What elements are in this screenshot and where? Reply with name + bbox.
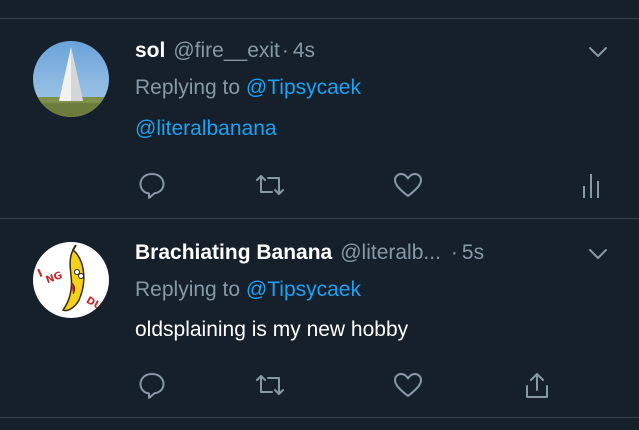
mention-link[interactable]: @Tipsycaek — [246, 76, 361, 99]
timestamp[interactable]: 5s — [462, 241, 484, 264]
separator-dot: · — [281, 39, 289, 62]
separator-dot: · — [450, 241, 458, 264]
like-icon[interactable] — [392, 169, 424, 201]
avatar[interactable] — [33, 41, 109, 117]
like-icon[interactable] — [392, 369, 424, 401]
mention-link[interactable]: @literalbanana — [135, 117, 277, 140]
tweet-header: Brachiating Banana @literalb... · 5s — [135, 237, 609, 269]
reply-icon[interactable] — [136, 369, 168, 401]
pyramid-avatar-image — [33, 41, 109, 117]
user-handle[interactable]: @literalb... — [340, 241, 441, 265]
user-handle[interactable]: @fire__exit — [173, 39, 280, 63]
display-name[interactable]: Brachiating Banana — [135, 241, 332, 265]
replying-to-label: Replying to — [135, 76, 241, 99]
top-divider — [0, 0, 639, 19]
reply-icon[interactable] — [136, 169, 168, 201]
banana-avatar-image: I NG DU — [33, 242, 109, 318]
mention-line: @literalbanana — [135, 117, 277, 141]
chevron-down-icon[interactable] — [587, 243, 609, 265]
share-icon[interactable] — [521, 369, 553, 401]
display-name[interactable]: sol — [135, 39, 165, 63]
timestamp[interactable]: 4s — [293, 39, 315, 63]
avatar[interactable]: I NG DU — [33, 242, 109, 318]
tweet[interactable]: sol @fire__exit · 4s Replying to @Tipsyc… — [0, 19, 639, 219]
retweet-icon[interactable] — [254, 369, 286, 401]
tweet-text: oldsplaining is my new hobby — [135, 318, 409, 341]
tweet[interactable]: I NG DU Brachiating Banana @literalb... … — [0, 219, 639, 418]
replying-to-line: Replying to @Tipsycaek — [135, 278, 361, 302]
analytics-icon[interactable] — [575, 169, 607, 201]
retweet-icon[interactable] — [254, 169, 286, 201]
replying-to-label: Replying to — [135, 278, 241, 301]
tweet-header: sol @fire__exit · 4s — [135, 35, 609, 67]
timestamp-group: · 5s — [449, 241, 484, 265]
replying-to-line: Replying to @Tipsycaek — [135, 76, 361, 100]
chevron-down-icon[interactable] — [587, 41, 609, 63]
mention-link[interactable]: @Tipsycaek — [246, 278, 361, 301]
